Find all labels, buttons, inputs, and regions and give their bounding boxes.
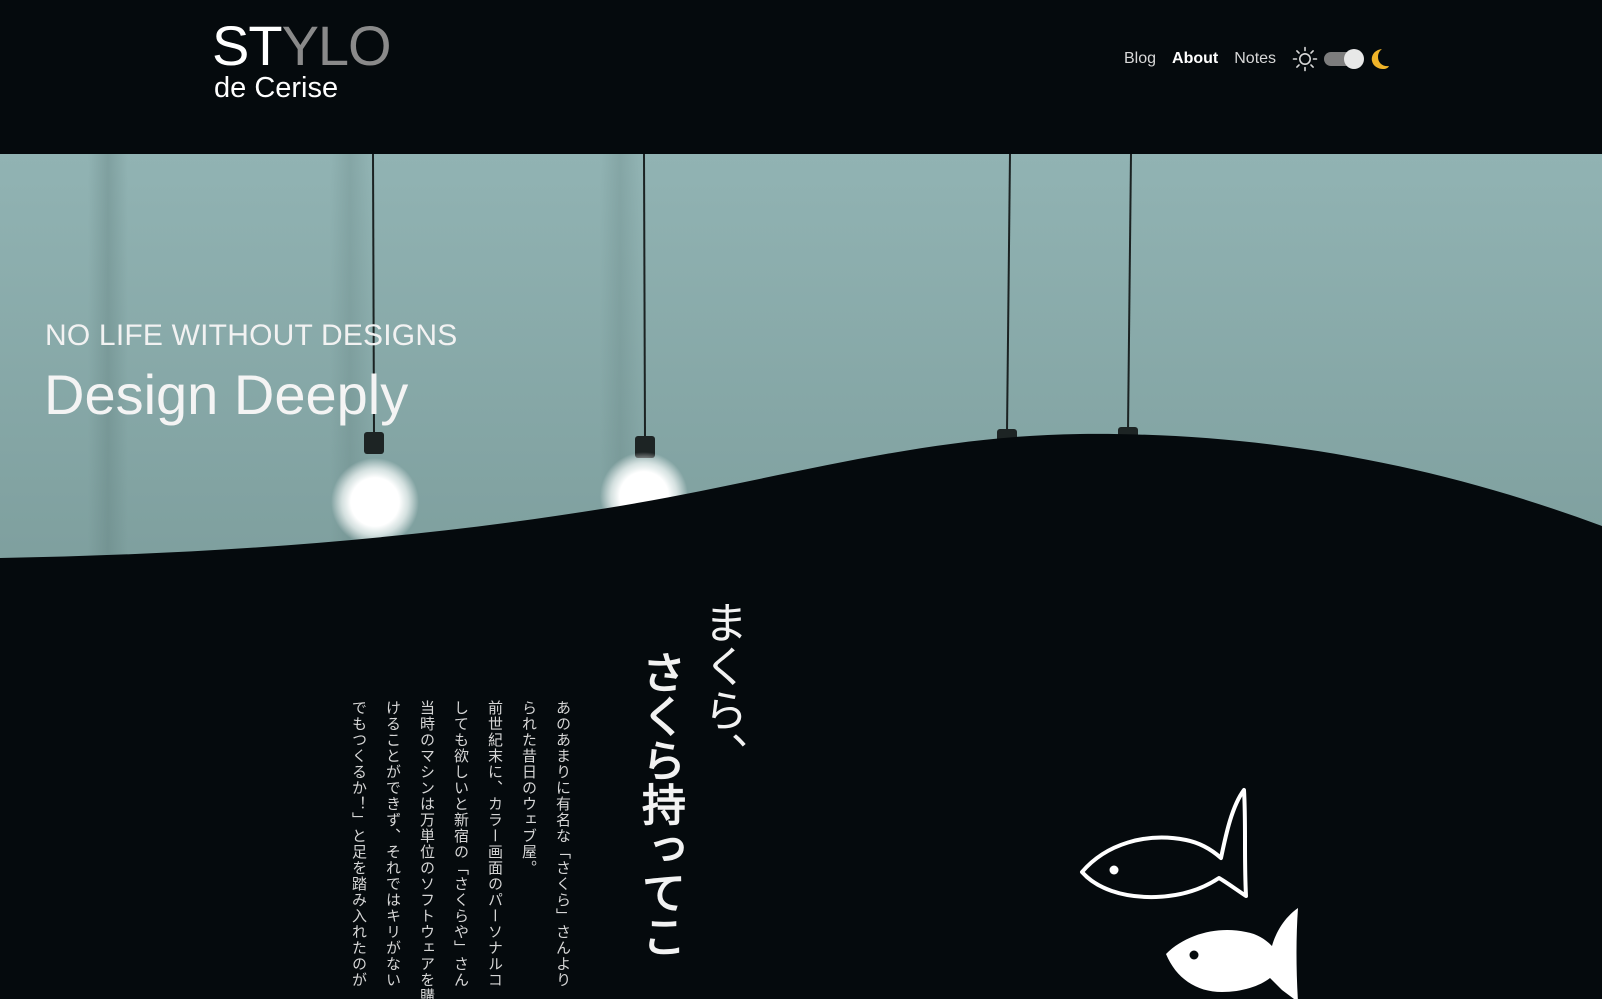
article-paragraph-line: けることができず、それではキリがない [384,700,402,988]
logo-subtitle: de Cerise [214,72,339,104]
theme-toggle-knob[interactable] [1344,49,1365,69]
hero-wave-divider [0,433,1602,570]
theme-toggle[interactable] [1324,49,1365,69]
article-paragraph-line: 当時のマシンは万単位のソフトウェアを購 [418,700,436,999]
article-title-line-2: さくら持ってこ [634,650,685,958]
nav-link-about[interactable]: About [1172,50,1218,68]
sun-icon[interactable] [1292,46,1318,72]
main-nav: Blog About Notes [1124,44,1390,74]
article-paragraph-line: でもつくるか！」と足を踏み入れたのが [350,700,368,988]
article-title-line-1: まくら、 [696,600,747,776]
page: STYLO de Cerise Blog About Notes NO LIFE… [0,0,1602,999]
article-paragraph-line: られた昔日のウェブ屋。 [520,700,538,876]
nav-link-blog[interactable]: Blog [1124,50,1156,68]
site-header: STYLO de Cerise Blog About Notes [0,0,1602,154]
article-paragraph-line: あのあまりに有名な「さくら」さんより [554,700,572,988]
fish-filled-icon [1166,908,1298,999]
article-paragraph-line: 前世紀末に、カラー画面のパーソナルコ [486,700,504,988]
logo-wordmark: STYLO [212,14,392,78]
nav-link-notes[interactable]: Notes [1234,50,1276,68]
logo-wordmark-light: ST [212,14,283,77]
site-logo[interactable]: STYLO de Cerise [212,14,392,106]
fish-outline-icon [1080,788,1248,900]
moon-icon[interactable] [1368,47,1390,71]
logo-wordmark-dark: YLO [281,14,392,77]
hero-banner: NO LIFE WITHOUT DESIGNS Design Deeply [0,154,1602,570]
theme-switch[interactable] [1292,46,1390,72]
article-paragraph-line: しても欲しいと新宿の「さくらや」さん [452,700,470,988]
article-section: まくら、 さくら持ってこ あのあまりに有名な「さくら」さんより られた昔日のウェ… [0,570,1602,999]
